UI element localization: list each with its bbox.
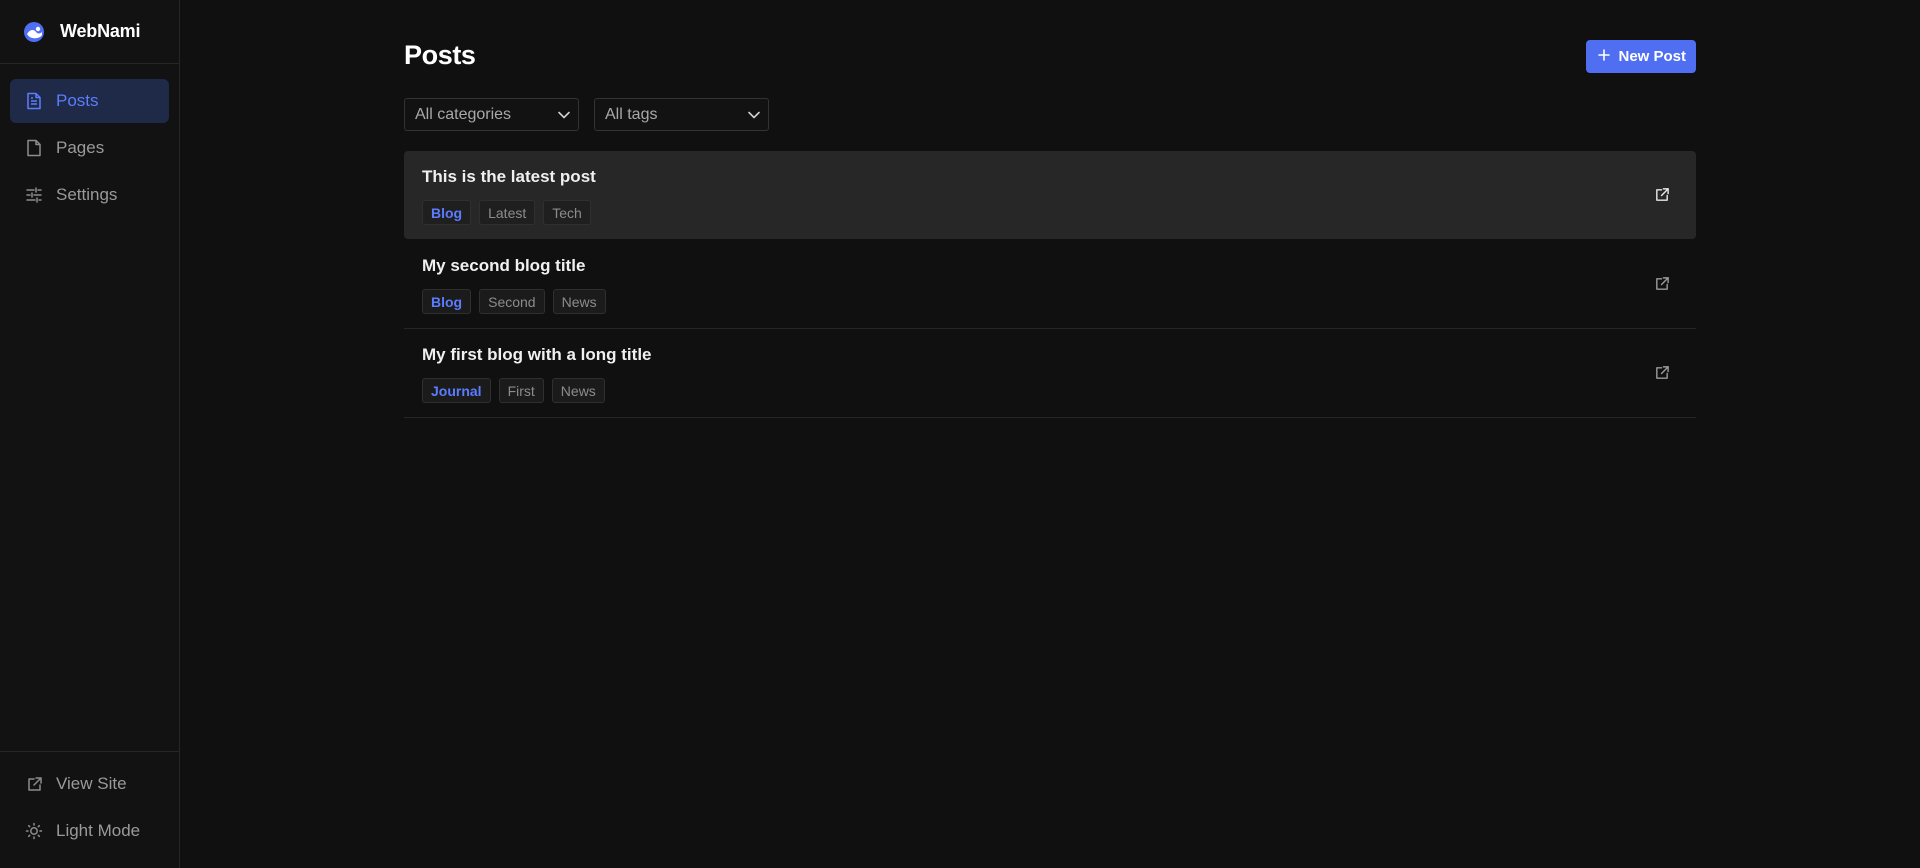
view-site-label: View Site	[56, 774, 127, 793]
tag-badge: First	[498, 378, 544, 403]
tag-badge: Second	[479, 289, 545, 314]
brand[interactable]: WebNami	[0, 0, 179, 64]
sidebar-item-label: Posts	[56, 91, 99, 110]
post-title[interactable]: My second blog title	[422, 256, 585, 276]
sidebar-item-settings[interactable]: Settings	[10, 173, 169, 217]
category-select-value: All categories	[415, 105, 512, 123]
sliders-icon	[25, 186, 43, 204]
brand-name: WebNami	[60, 21, 141, 41]
tag-select-value: All tags	[605, 105, 658, 123]
post-title[interactable]: This is the latest post	[422, 167, 596, 187]
sidebar-item-pages[interactable]: Pages	[10, 126, 169, 170]
post-tags: Blog Second News	[422, 289, 606, 314]
category-badge: Blog	[422, 289, 472, 314]
sidebar-item-label: Settings	[56, 185, 118, 204]
post-tags: Blog Latest Tech	[422, 200, 591, 225]
post-title[interactable]: My first blog with a long title	[422, 345, 652, 365]
post-row[interactable]: This is the latest post Blog Latest Tech	[404, 151, 1696, 239]
sidebar-nav: Posts Pages Settings	[0, 64, 179, 232]
filters: All categories All tags	[404, 98, 769, 131]
tag-select[interactable]: All tags	[594, 98, 769, 131]
posts-panel: Posts New Post All categories All tags T…	[404, 0, 1696, 418]
light-mode-label: Light Mode	[56, 821, 141, 840]
main-content: Posts New Post All categories All tags T…	[180, 0, 1920, 868]
post-tags: Journal First News	[422, 378, 605, 403]
category-select[interactable]: All categories	[404, 98, 579, 131]
tag-badge: Latest	[479, 200, 536, 225]
header-row: Posts New Post All categories All tags	[404, 0, 1696, 131]
tag-badge: Tech	[543, 200, 591, 225]
sidebar-footer: View Site Light Mode	[0, 751, 179, 868]
page-title: Posts	[404, 40, 476, 70]
new-post-label: New Post	[1618, 48, 1686, 65]
category-badge: Blog	[422, 200, 472, 225]
file-text-icon	[25, 92, 43, 110]
app: WebNami Posts Pages Settings View Site L…	[0, 0, 1920, 868]
file-icon	[25, 139, 43, 157]
external-link-icon[interactable]	[1652, 274, 1672, 294]
view-site-link[interactable]: View Site	[10, 762, 169, 806]
plus-icon	[1598, 48, 1611, 65]
sidebar: WebNami Posts Pages Settings View Site L…	[0, 0, 180, 868]
tag-badge: News	[552, 289, 606, 314]
external-link-icon[interactable]	[1652, 363, 1672, 383]
category-badge: Journal	[422, 378, 491, 403]
external-link-icon	[25, 775, 43, 793]
new-post-button[interactable]: New Post	[1586, 40, 1696, 73]
chevron-down-icon	[748, 106, 760, 124]
tag-badge: News	[551, 378, 605, 403]
sidebar-item-label: Pages	[56, 138, 105, 157]
post-row[interactable]: My second blog title Blog Second News	[404, 240, 1696, 329]
post-list: This is the latest post Blog Latest Tech	[404, 151, 1696, 418]
light-mode-toggle[interactable]: Light Mode	[10, 809, 169, 853]
webnami-logo-icon	[22, 20, 46, 44]
sidebar-item-posts[interactable]: Posts	[10, 79, 169, 123]
external-link-icon[interactable]	[1652, 185, 1672, 205]
post-row[interactable]: My first blog with a long title Journal …	[404, 329, 1696, 418]
sun-icon	[25, 822, 43, 840]
chevron-down-icon	[558, 106, 570, 124]
